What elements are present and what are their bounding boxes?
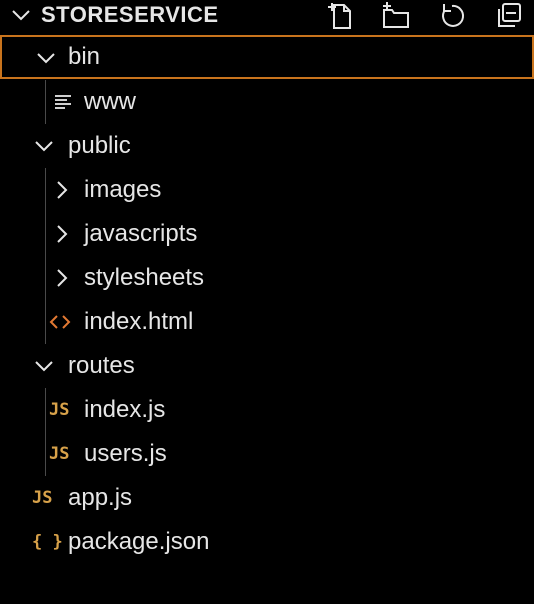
tree-folder-images[interactable]: images [0,168,534,212]
tree-item-label: index.html [84,308,194,335]
tree-file-app-js[interactable]: JS app.js [0,476,534,520]
explorer-header[interactable]: STORESERVICE [0,0,534,32]
chevron-down-icon[interactable] [10,4,32,26]
chevron-down-icon [33,135,55,157]
json-file-icon: { } [32,532,63,552]
chevron-down-icon [35,47,57,69]
chevron-down-icon [33,355,55,377]
tree-file-index-js[interactable]: JS index.js [0,388,534,432]
tree-file-index-html[interactable]: index.html [0,300,534,344]
tree-item-label: www [84,88,136,115]
tree-item-label: users.js [84,440,167,467]
tree-item-label: public [68,132,131,159]
tree-folder-public[interactable]: public [0,124,534,168]
chevron-right-icon [51,179,73,201]
tree-file-package-json[interactable]: { } package.json [0,520,534,564]
tree-item-label: images [84,176,162,203]
tree-file-users-js[interactable]: JS users.js [0,432,534,476]
tree-item-label: stylesheets [84,264,205,291]
js-file-icon: JS [49,444,70,464]
text-file-icon [53,91,73,113]
chevron-right-icon [51,223,73,245]
tree-item-label: index.js [84,396,166,423]
tree-folder-bin[interactable]: bin [0,35,534,79]
tree-folder-stylesheets[interactable]: stylesheets [0,256,534,300]
tree-item-label: app.js [68,484,133,511]
file-explorer: STORESERVICE bin www public images javas… [0,0,534,604]
tree-item-label: bin [68,43,101,70]
tree-item-label: routes [68,352,135,379]
collapse-all-icon[interactable] [494,1,524,31]
html-file-icon [49,311,71,333]
js-file-icon: JS [49,400,70,420]
new-folder-icon[interactable] [381,1,411,31]
js-file-icon: JS [32,488,53,508]
tree-file-www[interactable]: www [0,80,534,124]
tree-item-label: package.json [68,528,210,555]
tree-item-label: javascripts [84,220,198,247]
tree-folder-javascripts[interactable]: javascripts [0,212,534,256]
new-file-icon[interactable] [325,1,355,31]
explorer-title: STORESERVICE [41,2,219,27]
refresh-icon[interactable] [437,1,467,31]
tree-folder-routes[interactable]: routes [0,344,534,388]
chevron-right-icon [51,267,73,289]
